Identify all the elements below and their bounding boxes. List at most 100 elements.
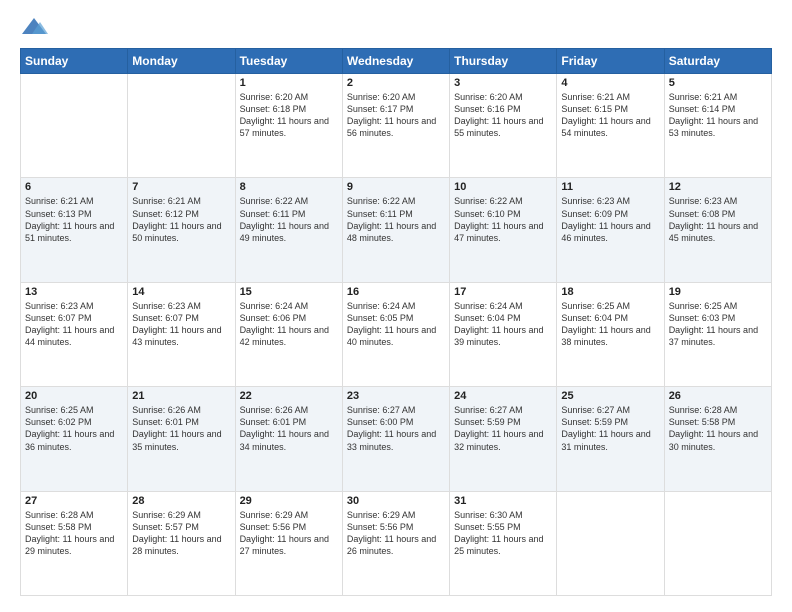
day-info: Sunrise: 6:25 AMSunset: 6:03 PMDaylight:… [669,300,767,349]
calendar-cell [21,74,128,178]
calendar-cell: 8Sunrise: 6:22 AMSunset: 6:11 PMDaylight… [235,178,342,282]
logo-icon [20,16,48,38]
day-info: Sunrise: 6:21 AMSunset: 6:14 PMDaylight:… [669,91,767,140]
calendar-cell: 30 Sunrise: 6:29 AMSunset: 5:56 PMDayligh… [342,491,449,595]
calendar-cell [128,74,235,178]
day-info: Sunrise: 6:20 AMSunset: 6:17 PMDaylight:… [347,91,445,140]
calendar-header-row: SundayMondayTuesdayWednesdayThursdayFrid… [21,49,772,74]
day-info: Sunrise: 6:29 AMSunset: 5:57 PMDaylight:… [132,509,230,558]
calendar-cell: 14 Sunrise: 6:23 AMSunset: 6:07 PMDayligh… [128,282,235,386]
day-info: Sunrise: 6:26 AMSunset: 6:01 PMDaylight:… [132,404,230,453]
day-number: 20 [25,390,123,402]
calendar-cell: 28 Sunrise: 6:29 AMSunset: 5:57 PMDayligh… [128,491,235,595]
day-number: 18 [561,286,659,298]
day-number: 12 [669,181,767,193]
calendar-week-row: 20Sunrise: 6:25 AMSunset: 6:02 PMDayligh… [21,387,772,491]
day-info: Sunrise: 6:24 AMSunset: 6:05 PMDaylight:… [347,300,445,349]
day-number: 30 [347,495,445,507]
weekday-header: Tuesday [235,49,342,74]
calendar-cell: 10Sunrise: 6:22 AMSunset: 6:10 PMDayligh… [450,178,557,282]
day-info: Sunrise: 6:29 AMSunset: 5:56 PMDaylight:… [240,509,338,558]
day-number: 17 [454,286,552,298]
day-info: Sunrise: 6:23 AMSunset: 6:09 PMDaylight:… [561,195,659,244]
day-number: 16 [347,286,445,298]
calendar-cell: 18Sunrise: 6:25 AMSunset: 6:04 PMDayligh… [557,282,664,386]
day-info: Sunrise: 6:30 AMSunset: 5:55 PMDaylight:… [454,509,552,558]
weekday-header: Wednesday [342,49,449,74]
calendar-cell: 16 Sunrise: 6:24 AMSunset: 6:05 PMDayligh… [342,282,449,386]
day-number: 19 [669,286,767,298]
day-number: 2 [347,77,445,89]
calendar-cell: 3 Sunrise: 6:20 AMSunset: 6:16 PMDaylight… [450,74,557,178]
day-info: Sunrise: 6:21 AMSunset: 6:12 PMDaylight:… [132,195,230,244]
calendar-cell: 19 Sunrise: 6:25 AMSunset: 6:03 PMDayligh… [664,282,771,386]
day-number: 28 [132,495,230,507]
day-info: Sunrise: 6:27 AMSunset: 5:59 PMDaylight:… [454,404,552,453]
calendar-cell: 1 Sunrise: 6:20 AMSunset: 6:18 PMDaylight… [235,74,342,178]
calendar-cell: 7 Sunrise: 6:21 AMSunset: 6:12 PMDaylight… [128,178,235,282]
day-info: Sunrise: 6:20 AMSunset: 6:16 PMDaylight:… [454,91,552,140]
day-number: 26 [669,390,767,402]
day-info: Sunrise: 6:23 AMSunset: 6:08 PMDaylight:… [669,195,767,244]
calendar-week-row: 13Sunrise: 6:23 AMSunset: 6:07 PMDayligh… [21,282,772,386]
day-number: 21 [132,390,230,402]
weekday-header: Sunday [21,49,128,74]
day-info: Sunrise: 6:20 AMSunset: 6:18 PMDaylight:… [240,91,338,140]
calendar-cell: 22 Sunrise: 6:26 AMSunset: 6:01 PMDayligh… [235,387,342,491]
day-number: 5 [669,77,767,89]
day-number: 24 [454,390,552,402]
calendar-cell: 2 Sunrise: 6:20 AMSunset: 6:17 PMDaylight… [342,74,449,178]
day-info: Sunrise: 6:24 AMSunset: 6:06 PMDaylight:… [240,300,338,349]
calendar-cell: 29 Sunrise: 6:29 AMSunset: 5:56 PMDayligh… [235,491,342,595]
day-info: Sunrise: 6:27 AMSunset: 5:59 PMDaylight:… [561,404,659,453]
calendar-cell: 6 Sunrise: 6:21 AMSunset: 6:13 PMDaylight… [21,178,128,282]
weekday-header: Monday [128,49,235,74]
calendar-cell: 9Sunrise: 6:22 AMSunset: 6:11 PMDaylight… [342,178,449,282]
day-info: Sunrise: 6:21 AMSunset: 6:13 PMDaylight:… [25,195,123,244]
calendar-cell: 31 Sunrise: 6:30 AMSunset: 5:55 PMDayligh… [450,491,557,595]
day-number: 15 [240,286,338,298]
day-number: 25 [561,390,659,402]
day-number: 4 [561,77,659,89]
calendar-week-row: 27Sunrise: 6:28 AMSunset: 5:58 PMDayligh… [21,491,772,595]
day-number: 6 [25,181,123,193]
calendar-cell: 4Sunrise: 6:21 AMSunset: 6:15 PMDaylight… [557,74,664,178]
calendar-cell: 24 Sunrise: 6:27 AMSunset: 5:59 PMDayligh… [450,387,557,491]
calendar-table: SundayMondayTuesdayWednesdayThursdayFrid… [20,48,772,596]
day-info: Sunrise: 6:27 AMSunset: 6:00 PMDaylight:… [347,404,445,453]
day-number: 31 [454,495,552,507]
calendar-cell: 11 Sunrise: 6:23 AMSunset: 6:09 PMDayligh… [557,178,664,282]
day-info: Sunrise: 6:28 AMSunset: 5:58 PMDaylight:… [669,404,767,453]
calendar-cell: 25 Sunrise: 6:27 AMSunset: 5:59 PMDayligh… [557,387,664,491]
page: SundayMondayTuesdayWednesdayThursdayFrid… [0,0,792,612]
calendar-cell: 13Sunrise: 6:23 AMSunset: 6:07 PMDayligh… [21,282,128,386]
calendar-cell: 17Sunrise: 6:24 AMSunset: 6:04 PMDayligh… [450,282,557,386]
day-info: Sunrise: 6:23 AMSunset: 6:07 PMDaylight:… [25,300,123,349]
day-number: 14 [132,286,230,298]
day-number: 1 [240,77,338,89]
calendar-week-row: 6 Sunrise: 6:21 AMSunset: 6:13 PMDaylight… [21,178,772,282]
calendar-cell: 20Sunrise: 6:25 AMSunset: 6:02 PMDayligh… [21,387,128,491]
day-info: Sunrise: 6:29 AMSunset: 5:56 PMDaylight:… [347,509,445,558]
calendar-cell: 12 Sunrise: 6:23 AMSunset: 6:08 PMDayligh… [664,178,771,282]
calendar-cell [557,491,664,595]
day-number: 29 [240,495,338,507]
day-number: 10 [454,181,552,193]
weekday-header: Thursday [450,49,557,74]
weekday-header: Friday [557,49,664,74]
day-info: Sunrise: 6:22 AMSunset: 6:11 PMDaylight:… [347,195,445,244]
calendar-cell: 21 Sunrise: 6:26 AMSunset: 6:01 PMDayligh… [128,387,235,491]
calendar-week-row: 1 Sunrise: 6:20 AMSunset: 6:18 PMDaylight… [21,74,772,178]
header [20,16,772,38]
day-number: 3 [454,77,552,89]
day-info: Sunrise: 6:26 AMSunset: 6:01 PMDaylight:… [240,404,338,453]
day-number: 7 [132,181,230,193]
day-info: Sunrise: 6:28 AMSunset: 5:58 PMDaylight:… [25,509,123,558]
calendar-cell: 15 Sunrise: 6:24 AMSunset: 6:06 PMDayligh… [235,282,342,386]
calendar-cell [664,491,771,595]
day-number: 11 [561,181,659,193]
calendar-cell: 26 Sunrise: 6:28 AMSunset: 5:58 PMDayligh… [664,387,771,491]
day-number: 22 [240,390,338,402]
day-info: Sunrise: 6:23 AMSunset: 6:07 PMDaylight:… [132,300,230,349]
logo [20,16,52,38]
